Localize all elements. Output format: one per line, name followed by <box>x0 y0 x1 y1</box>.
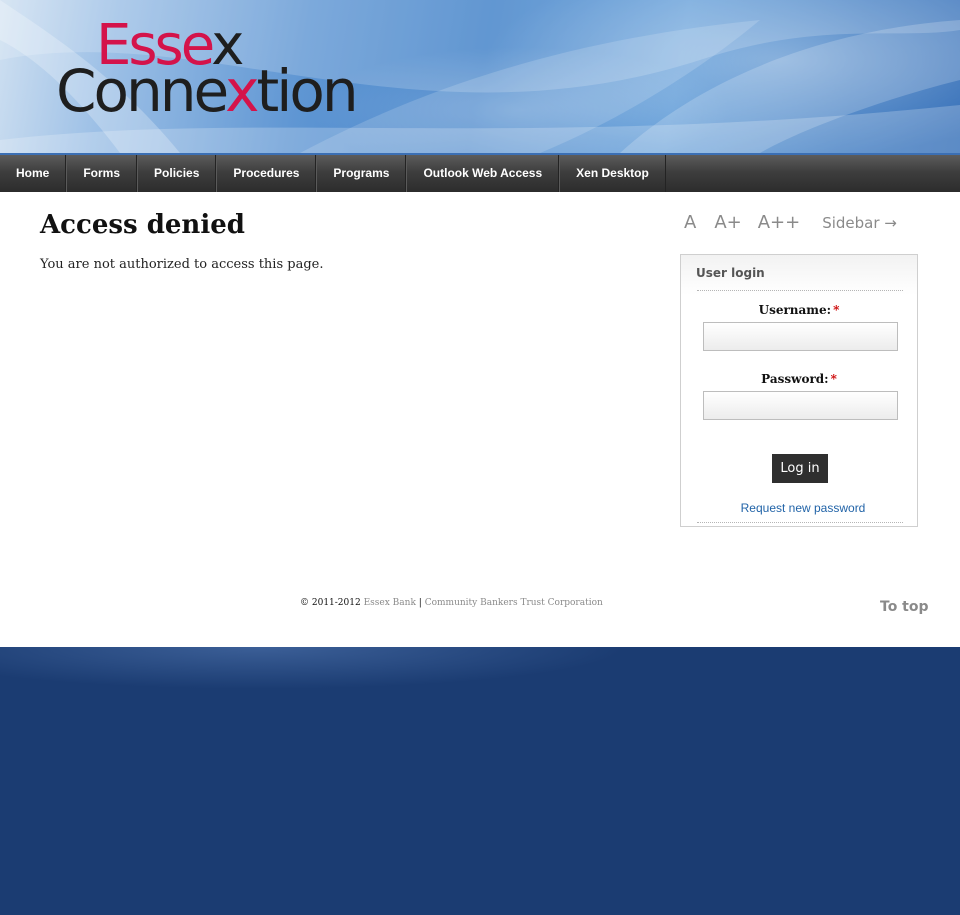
username-label-text: Username: <box>758 303 832 317</box>
copyright-text: © 2011-2012 <box>300 598 361 608</box>
password-label-text: Password: <box>761 372 829 386</box>
nav-item-home[interactable]: Home <box>0 155 67 192</box>
font-size-controls: A A+ A++ Sidebar → <box>684 212 897 233</box>
password-field[interactable] <box>703 391 898 420</box>
page-content: Access denied You are not authorized to … <box>0 192 960 647</box>
request-new-password-link[interactable]: Request new password <box>681 501 925 515</box>
divider <box>697 290 903 291</box>
footer-separator: | <box>418 598 422 608</box>
footer-link-essex-bank[interactable]: Essex Bank <box>364 598 416 608</box>
nav-item-outlook-web-access[interactable]: Outlook Web Access <box>406 155 560 192</box>
to-top-link[interactable]: To top <box>880 599 929 615</box>
nav-item-policies[interactable]: Policies <box>137 155 217 192</box>
page-background <box>0 647 960 915</box>
user-login-block: User login Username: * Password: * Log in … <box>680 254 918 527</box>
font-size-small-button[interactable]: A <box>684 212 696 233</box>
required-marker: * <box>830 372 837 386</box>
sidebar-toggle-button[interactable]: Sidebar → <box>822 214 897 232</box>
nav-item-procedures[interactable]: Procedures <box>216 155 317 192</box>
login-button[interactable]: Log in <box>772 454 828 483</box>
font-size-medium-button[interactable]: A+ <box>714 212 741 233</box>
password-label: Password: * <box>681 372 917 386</box>
nav-item-xen-desktop[interactable]: Xen Desktop <box>559 155 666 192</box>
required-marker: * <box>833 303 840 317</box>
logo-connextion: Connextion <box>56 57 359 125</box>
footer-link-cbtc[interactable]: Community Bankers Trust Corporation <box>425 598 603 608</box>
nav-item-forms[interactable]: Forms <box>66 155 138 192</box>
page-title: Access denied <box>40 210 245 240</box>
access-denied-message: You are not authorized to access this pa… <box>40 257 324 272</box>
site-header: Essex Connextion <box>0 0 960 153</box>
font-size-large-button[interactable]: A++ <box>758 212 800 233</box>
nav-item-programs[interactable]: Programs <box>316 155 407 192</box>
site-logo[interactable]: Essex Connextion <box>56 18 376 125</box>
login-title: User login <box>696 266 765 280</box>
divider <box>697 522 903 523</box>
username-label: Username: * <box>681 303 917 317</box>
username-field[interactable] <box>703 322 898 351</box>
main-navigation: Home Forms Policies Procedures Programs … <box>0 153 960 192</box>
footer-copyright: © 2011-2012 Essex Bank | Community Banke… <box>300 598 603 608</box>
